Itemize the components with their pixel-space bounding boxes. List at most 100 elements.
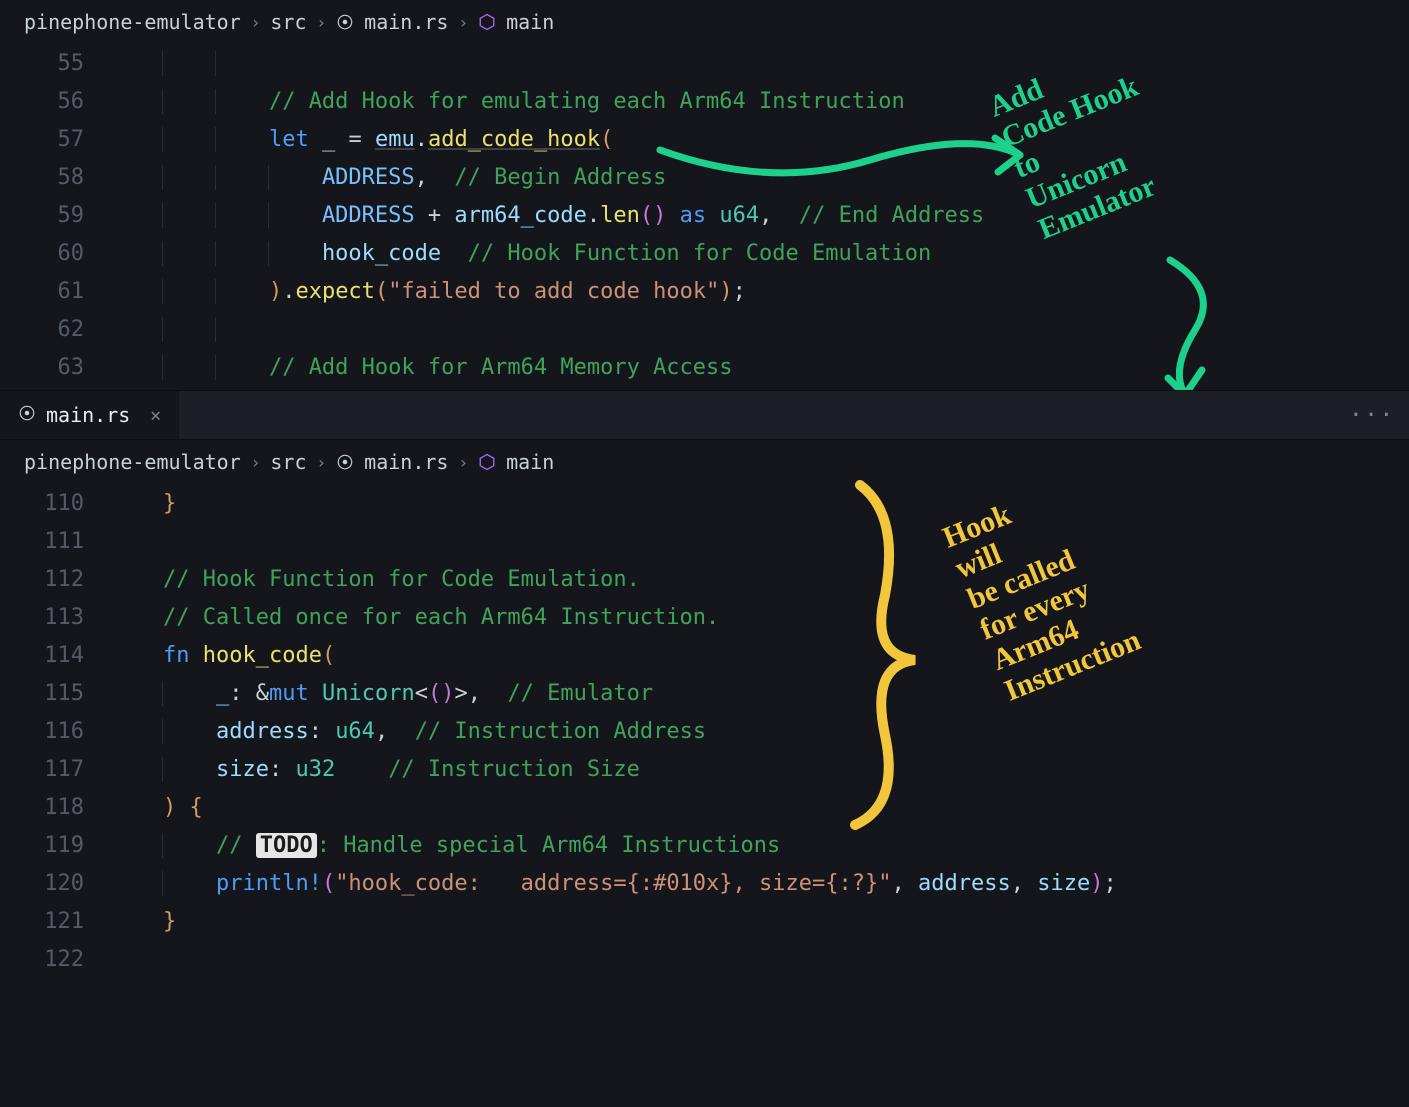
breadcrumb-project[interactable]: pinephone-emulator (24, 10, 241, 34)
line-number: 116 (0, 719, 110, 744)
annotation-arrow-green (650, 110, 1050, 230)
code-token: // (216, 833, 256, 858)
code-token: ) (441, 681, 454, 706)
breadcrumb-symbol[interactable]: main (506, 450, 554, 474)
code-token: arm64_code (454, 203, 586, 228)
code-token (309, 681, 322, 706)
code-line[interactable]: 113 // Called once for each Arm64 Instru… (0, 598, 1409, 636)
code-token: } (163, 491, 176, 516)
code-token: size (216, 757, 269, 782)
code-token: ADDRESS (322, 203, 415, 228)
editor-pane-bottom: main.rs ✕ ··· pinephone-emulator › src ›… (0, 390, 1409, 978)
tab-overflow-icon[interactable]: ··· (1349, 403, 1395, 428)
breadcrumb-folder[interactable]: src (270, 10, 306, 34)
tab-label: main.rs (46, 403, 130, 427)
line-number: 58 (0, 165, 110, 190)
line-number: 56 (0, 89, 110, 114)
code-token: : Handle special Arm64 Instructions (317, 833, 781, 858)
code-line[interactable]: 117 size: u32 // Instruction Size (0, 750, 1409, 788)
code-token: "failed to add code hook" (388, 279, 719, 304)
code-line[interactable]: 55 (0, 44, 1409, 82)
line-number: 110 (0, 491, 110, 516)
editor-pane-top: pinephone-emulator › src › main.rs › mai… (0, 0, 1409, 390)
code-token: let (269, 127, 309, 152)
line-number: 61 (0, 279, 110, 304)
code-token (441, 241, 468, 266)
rust-icon (336, 453, 354, 471)
breadcrumb[interactable]: pinephone-emulator › src › main.rs › mai… (0, 440, 1409, 484)
code-token: , (891, 871, 918, 896)
tab-bar[interactable]: main.rs ✕ ··· (0, 390, 1409, 440)
code-line[interactable]: 122 (0, 940, 1409, 978)
chevron-right-icon: › (251, 13, 261, 32)
code-line[interactable]: 111 (0, 522, 1409, 560)
close-icon[interactable]: ✕ (150, 405, 161, 426)
chevron-right-icon: › (458, 13, 468, 32)
code-token: // Hook Function for Code Emulation. (163, 567, 640, 592)
code-token: + (415, 203, 455, 228)
code-line[interactable]: 119 // TODO: Handle special Arm64 Instru… (0, 826, 1409, 864)
code-token (189, 643, 202, 668)
line-number: 59 (0, 203, 110, 228)
chevron-right-icon: › (317, 453, 327, 472)
breadcrumb[interactable]: pinephone-emulator › src › main.rs › mai… (0, 0, 1409, 44)
chevron-right-icon: › (251, 453, 261, 472)
line-number: 63 (0, 355, 110, 380)
code-token: "hook_code: address={:#010x}, size={:?}" (335, 871, 891, 896)
breadcrumb-file[interactable]: main.rs (364, 10, 448, 34)
code-token: = (335, 127, 375, 152)
annotation-curl-green (1140, 250, 1230, 390)
code-token: Unicorn (322, 681, 415, 706)
breadcrumb-folder[interactable]: src (270, 450, 306, 474)
code-token: fn (163, 643, 190, 668)
line-number: 114 (0, 643, 110, 668)
chevron-right-icon: › (458, 453, 468, 472)
rust-icon (336, 13, 354, 31)
line-number: 122 (0, 947, 110, 972)
code-token: ( (375, 279, 388, 304)
breadcrumb-project[interactable]: pinephone-emulator (24, 450, 241, 474)
line-number: 120 (0, 871, 110, 896)
tab-main-rs[interactable]: main.rs ✕ (0, 391, 179, 439)
code-token: _ (216, 681, 229, 706)
code-token (335, 757, 388, 782)
code-token: . (415, 127, 428, 152)
code-token: > (454, 681, 467, 706)
code-line[interactable]: 112 // Hook Function for Code Emulation. (0, 560, 1409, 598)
code-token: len (600, 203, 640, 228)
code-token: address (216, 719, 309, 744)
code-token: ) (163, 795, 176, 820)
code-token: } (163, 909, 176, 934)
code-token: _ (322, 127, 335, 152)
code-token: hook_code (203, 643, 322, 668)
code-token: ( (322, 871, 335, 896)
line-number: 119 (0, 833, 110, 858)
code-line[interactable]: 114 fn hook_code( (0, 636, 1409, 674)
code-token: : (309, 719, 336, 744)
breadcrumb-file[interactable]: main.rs (364, 450, 448, 474)
breadcrumb-symbol[interactable]: main (506, 10, 554, 34)
code-line[interactable]: 115 _: &mut Unicorn<()>, // Emulator (0, 674, 1409, 712)
code-area-bottom[interactable]: 110 } 111 112 // Hook Function for Code E… (0, 484, 1409, 978)
line-number: 111 (0, 529, 110, 554)
code-token: u32 (295, 757, 335, 782)
line-number: 118 (0, 795, 110, 820)
code-token (309, 127, 322, 152)
code-token: , (375, 719, 415, 744)
code-token: ( (428, 681, 441, 706)
code-token: ( (600, 127, 613, 152)
line-number: 62 (0, 317, 110, 342)
code-line[interactable]: 116 address: u64, // Instruction Address (0, 712, 1409, 750)
code-line[interactable]: 120 println!("hook_code: address={:#010x… (0, 864, 1409, 902)
code-line[interactable]: 110 } (0, 484, 1409, 522)
line-number: 57 (0, 127, 110, 152)
code-line[interactable]: 118 ) { (0, 788, 1409, 826)
line-number: 113 (0, 605, 110, 630)
code-line[interactable]: 121 } (0, 902, 1409, 940)
code-token: { (189, 795, 202, 820)
code-token: ) (1090, 871, 1103, 896)
code-token: : (269, 757, 296, 782)
code-token: , (415, 165, 455, 190)
code-token: , (468, 681, 508, 706)
code-token: address (918, 871, 1011, 896)
